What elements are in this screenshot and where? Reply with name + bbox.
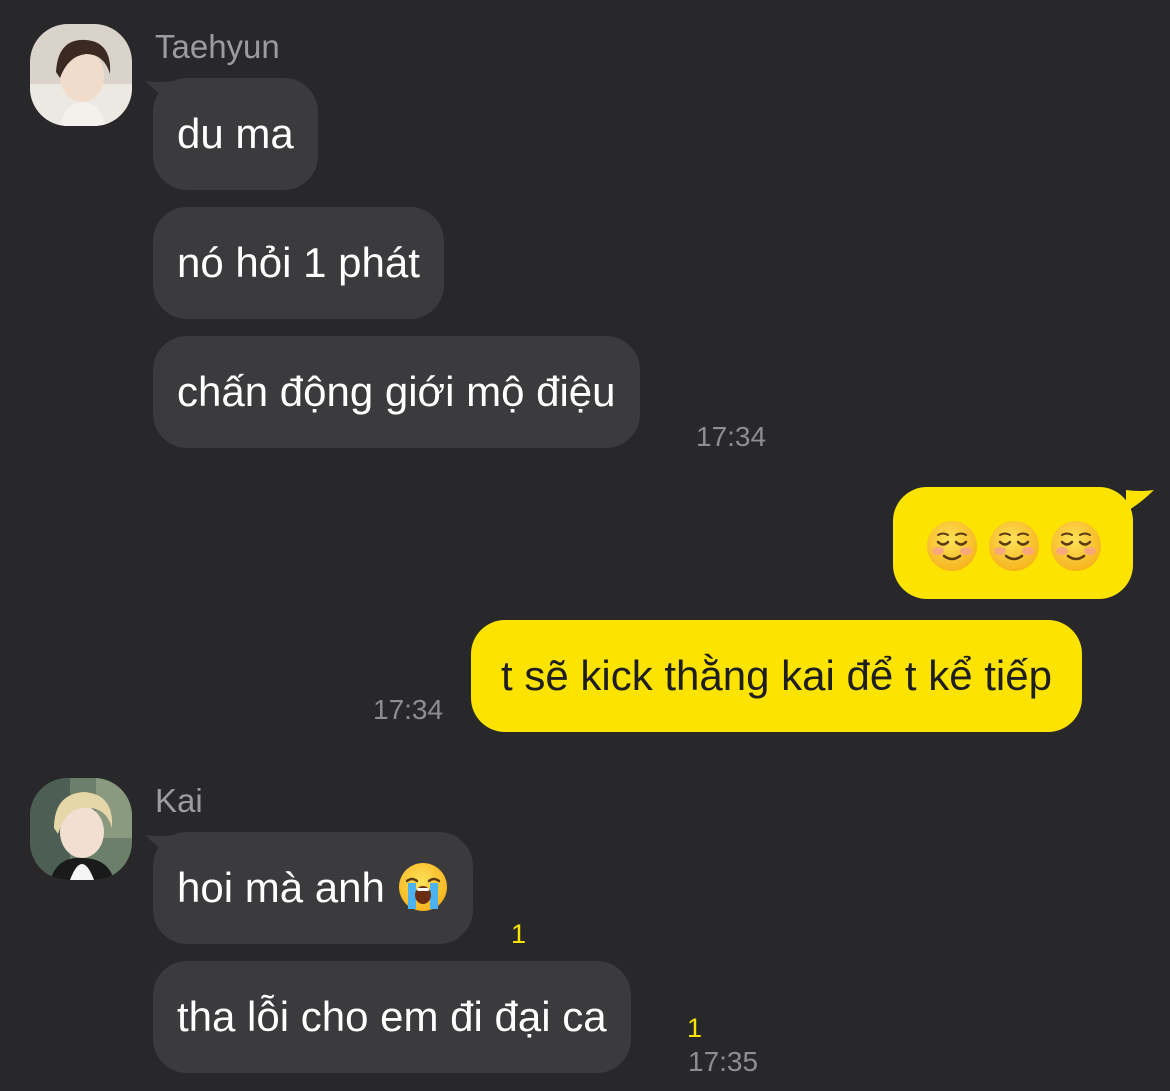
message-text: hoi mà anh xyxy=(177,864,385,911)
message-timestamp: 17:34 xyxy=(696,421,767,452)
sender-name: Kai xyxy=(155,782,203,819)
avatar-kai[interactable] xyxy=(30,778,132,880)
loudly-crying-face-icon xyxy=(397,861,449,913)
smiling-face-icon xyxy=(987,519,1041,573)
message-bubble[interactable]: t sẽ kick thằng kai để t kể tiếp xyxy=(471,620,1082,732)
unread-count: 1 xyxy=(511,919,527,949)
emoji-message-bubble[interactable] xyxy=(893,487,1133,599)
smiling-face-icon xyxy=(1049,519,1103,573)
sender-name: Taehyun xyxy=(155,28,280,65)
message-bubble[interactable]: chấn động giới mộ điệu xyxy=(153,336,640,448)
smiling-face-icon xyxy=(925,519,979,573)
message-timestamp: 17:34 xyxy=(373,694,444,725)
unread-count: 1 xyxy=(687,1013,703,1043)
message-timestamp: 17:35 xyxy=(688,1046,759,1077)
message-bubble[interactable]: nó hỏi 1 phát xyxy=(153,207,444,319)
message-bubble[interactable]: hoi mà anh xyxy=(153,832,473,944)
avatar-taehyun[interactable] xyxy=(30,24,132,126)
message-bubble[interactable]: tha lỗi cho em đi đại ca xyxy=(153,961,631,1073)
message-bubble[interactable]: du ma xyxy=(153,78,318,190)
